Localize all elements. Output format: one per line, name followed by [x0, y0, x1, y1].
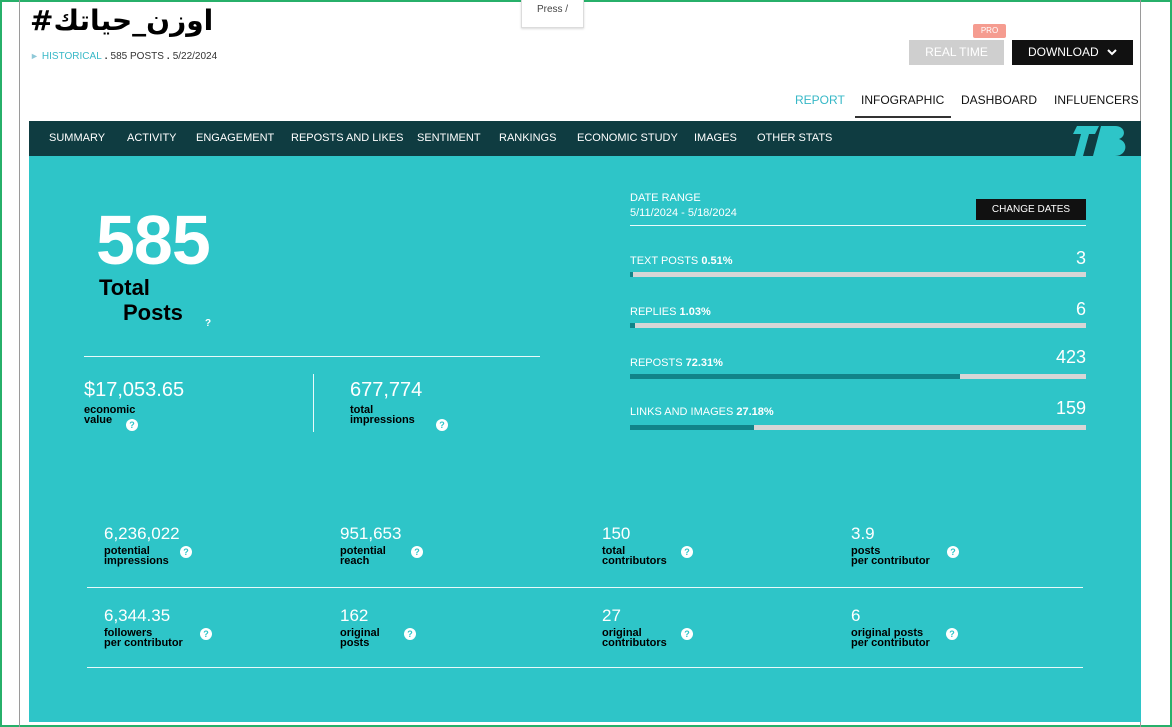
- nav-sentiment[interactable]: SENTIMENT: [417, 132, 481, 144]
- total-posts-label-line2: Posts: [123, 300, 183, 325]
- help-icon[interactable]: ?: [200, 628, 212, 640]
- potential-impressions-value: 6,236,022: [104, 524, 180, 543]
- date-range-label: DATE RANGE: [630, 192, 701, 204]
- report-meta: ► HISTORICAL. 585 POSTS. 5/22/2024: [30, 51, 218, 62]
- breakdown-bar-fill: [630, 323, 635, 328]
- tab-infographic[interactable]: INFOGRAPHIC: [861, 93, 944, 107]
- original-posts-value: 162: [340, 606, 369, 625]
- nav-reposts-and-likes[interactable]: REPOSTS AND LIKES: [291, 132, 403, 144]
- section-nav: SUMMARY ACTIVITY ENGAGEMENT REPOSTS AND …: [29, 121, 1141, 156]
- breakdown-label: REPLIES 1.03%: [630, 306, 711, 318]
- report-date: 5/22/2024: [172, 51, 218, 62]
- date-range-value: 5/11/2024 - 5/18/2024: [630, 207, 737, 219]
- breakdown-label: LINKS AND IMAGES 27.18%: [630, 406, 774, 418]
- breakdown-count: 423: [1055, 347, 1086, 367]
- help-icon[interactable]: ?: [946, 628, 958, 640]
- posts-per-contributor-value: 3.9: [851, 524, 875, 543]
- breakdown-count: 3: [1075, 248, 1086, 268]
- stat-label-line2: per contributor: [104, 637, 183, 649]
- nav-summary[interactable]: SUMMARY: [49, 132, 105, 144]
- nav-other-stats[interactable]: OTHER STATS: [757, 132, 832, 144]
- help-icon[interactable]: ?: [205, 318, 211, 329]
- breakdown-bar: [630, 425, 1086, 430]
- posts-count-label: 585 POSTS: [110, 51, 164, 62]
- divider: [630, 225, 1086, 226]
- breakdown-bar-fill: [630, 425, 754, 430]
- download-button[interactable]: DOWNLOAD: [1012, 40, 1133, 65]
- help-icon[interactable]: ?: [436, 419, 448, 431]
- press-tab[interactable]: Press /: [521, 0, 584, 28]
- tab-report[interactable]: REPORT: [795, 93, 845, 107]
- breakdown-count: 6: [1075, 299, 1086, 319]
- divider: [84, 356, 540, 357]
- total-contributors-value: 150: [602, 524, 631, 543]
- divider: [87, 587, 1083, 588]
- breakdown-bar-fill: [630, 374, 960, 379]
- total-impressions-label-line2: impressions: [350, 414, 415, 426]
- download-label: DOWNLOAD: [1027, 45, 1099, 59]
- economic-value-label-line2: value: [84, 414, 113, 426]
- potential-reach-value: 951,653: [340, 524, 402, 543]
- stat-label-line2: impressions: [104, 555, 169, 567]
- nav-images[interactable]: IMAGES: [694, 132, 737, 144]
- page-title: #اوزن_حياتك: [30, 4, 214, 37]
- breakdown-bar: [630, 374, 1086, 379]
- help-icon[interactable]: ?: [404, 628, 416, 640]
- help-icon[interactable]: ?: [126, 419, 138, 431]
- total-posts-value: 585: [96, 201, 211, 279]
- breakdown-bar: [630, 323, 1086, 328]
- tab-underline: [855, 116, 951, 118]
- total-posts-label-line1: Total: [99, 275, 150, 300]
- historical-link[interactable]: HISTORICAL: [42, 51, 102, 62]
- breakdown-label: TEXT POSTS 0.51%: [630, 255, 733, 267]
- help-icon[interactable]: ?: [180, 546, 192, 558]
- brand-logo-icon: [1073, 126, 1126, 156]
- tab-dashboard[interactable]: DASHBOARD: [961, 93, 1037, 107]
- nav-rankings[interactable]: RANKINGS: [499, 132, 556, 144]
- real-time-button[interactable]: REAL TIME: [909, 40, 1004, 65]
- original-contributors-value: 27: [602, 606, 621, 625]
- followers-per-contributor-value: 6,344.35: [104, 606, 171, 625]
- economic-value: $17,053.65: [84, 379, 185, 401]
- pro-badge: PRO: [973, 24, 1006, 38]
- stat-label-line2: reach: [340, 555, 370, 567]
- twitter-bird-icon: ►: [30, 51, 39, 61]
- help-icon[interactable]: ?: [681, 546, 693, 558]
- help-icon[interactable]: ?: [411, 546, 423, 558]
- stat-label-line2: per contributor: [851, 637, 930, 649]
- help-icon[interactable]: ?: [681, 628, 693, 640]
- nav-engagement[interactable]: ENGAGEMENT: [196, 132, 274, 144]
- breakdown-bar: [630, 272, 1086, 277]
- stat-label-line2: contributors: [602, 555, 667, 567]
- divider: [87, 667, 1083, 668]
- breakdown-bar-fill: [630, 272, 633, 277]
- original-posts-per-contributor-value: 6: [851, 606, 861, 625]
- help-icon[interactable]: ?: [947, 546, 959, 558]
- nav-economic-study[interactable]: ECONOMIC STUDY: [577, 132, 678, 144]
- breakdown-label: REPOSTS 72.31%: [630, 357, 723, 369]
- change-dates-button[interactable]: CHANGE DATES: [976, 199, 1086, 220]
- stat-label-line2: per contributor: [851, 555, 930, 567]
- stat-label-line2: posts: [340, 637, 370, 649]
- stat-label-line2: contributors: [602, 637, 667, 649]
- total-impressions-value: 677,774: [350, 379, 423, 401]
- nav-activity[interactable]: ACTIVITY: [127, 132, 177, 144]
- divider: [313, 374, 314, 432]
- tab-influencers[interactable]: INFLUENCERS: [1054, 93, 1139, 107]
- chevron-down-icon: [1107, 49, 1117, 56]
- breakdown-count: 159: [1055, 398, 1086, 418]
